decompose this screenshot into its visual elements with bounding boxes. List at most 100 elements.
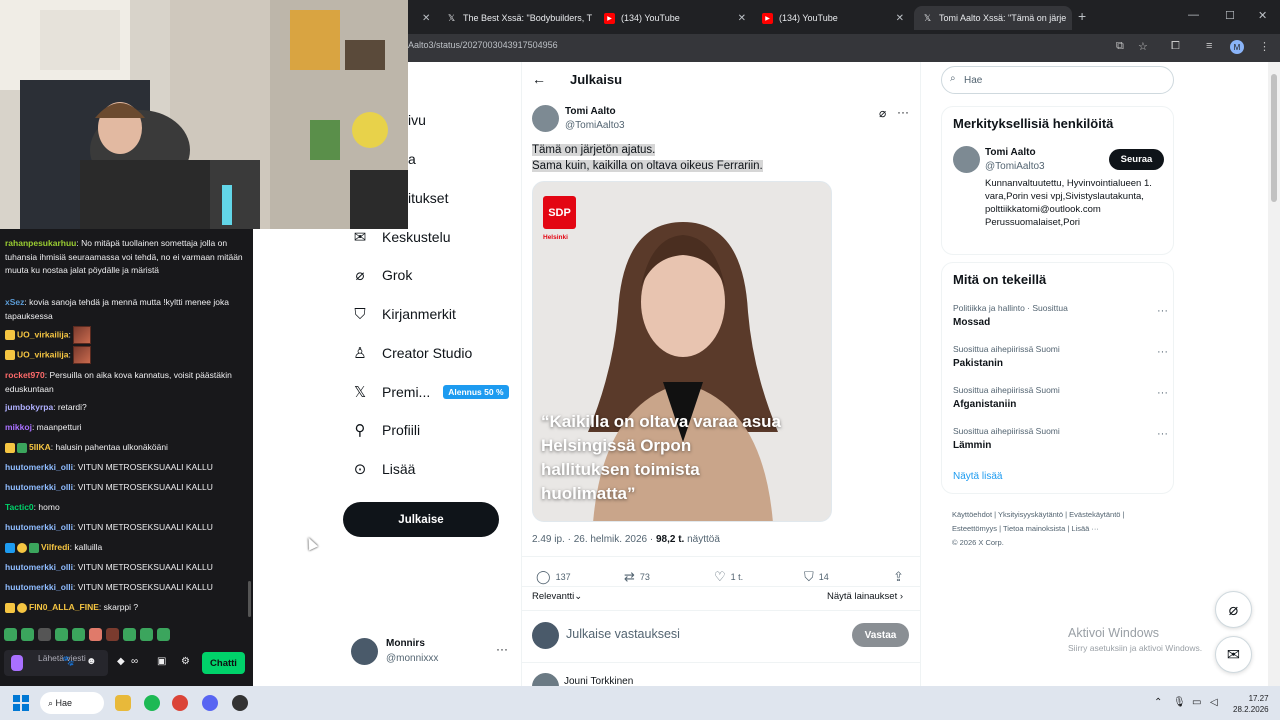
repost-action[interactable]: ⇄ 73 [624,569,650,585]
bits-icon[interactable]: ◆ [117,656,125,667]
trend-item[interactable]: Suosittua aihepiirissä Suomi Afganistani… [953,385,1168,410]
footer-link[interactable]: Tietoa mainoksista [1003,524,1065,533]
emote-icon[interactable] [72,628,85,641]
nav-item-creator-studio[interactable]: ♙ Creator Studio [350,341,472,365]
show-more-link[interactable]: Näytä lisää [953,471,1002,482]
emote-icon[interactable] [123,628,136,641]
nav-item-home[interactable]: ivu [408,108,426,132]
emote-icon[interactable] [106,628,119,641]
more-icon[interactable]: ··· [1157,305,1168,317]
nav-item-messages[interactable]: ✉ Keskustelu [350,225,451,249]
post-button[interactable]: Julkaise [343,502,499,537]
chat-username[interactable]: Vilfredi [41,542,70,552]
star-icon[interactable]: ☆ [1138,40,1148,53]
reply-sort-dropdown[interactable]: Relevantti⌄ [532,591,582,602]
chat-username[interactable]: mikkoj [5,422,32,432]
obs-icon[interactable] [232,695,248,711]
chat-username[interactable]: huutomerkki_olli [5,482,73,492]
media-icon[interactable]: ≡ [1206,40,1212,52]
spotify-icon[interactable] [144,695,160,711]
menu-kebab-icon[interactable]: ⋮ [1259,40,1270,53]
windows-start-icon[interactable] [13,695,29,711]
chat-username[interactable]: huutomerkki_olli [5,562,73,572]
trend-item[interactable]: Politiikka ja hallinto · Suosittua Mossa… [953,303,1168,328]
post-image[interactable]: SDP Helsinki “Kaikilla on oltava varaa a… [532,181,832,522]
bookmark-action[interactable]: ⛉ 14 [804,569,829,585]
footer-link[interactable]: Käyttöehdot [952,510,992,519]
post-time[interactable]: 2.49 ip. · 26. helmik. 2026 · [532,534,656,545]
more-icon[interactable]: ··· [1157,428,1168,440]
footer-link[interactable]: Esteettömyys [952,524,997,533]
footer-link[interactable]: Lisää ··· [1071,524,1099,533]
volume-icon[interactable]: ◁ [1210,697,1218,708]
grok-fab-icon[interactable]: ⌀ [1215,591,1252,628]
browser-tab[interactable]: ▶ (134) YouTube ✕ [596,6,754,30]
profile-avatar[interactable]: M [1230,40,1244,54]
more-icon[interactable]: ··· [1157,387,1168,399]
emote-icon[interactable] [157,628,170,641]
cast-icon[interactable]: ⧉ [1116,40,1124,53]
scrollbar-thumb[interactable] [1271,74,1277,202]
share-action[interactable]: ⇪ [893,569,909,585]
chat-username[interactable]: FIN0_ALLA_FINE [29,602,99,612]
mic-tray-icon[interactable]: 🎙 [1173,697,1186,708]
glasses-icon[interactable]: ∞ [131,656,138,667]
relevant-person-handle[interactable]: @TomiAalto3 [985,161,1045,172]
more-icon[interactable]: ··· [496,642,508,656]
new-tab-icon[interactable]: + [1078,8,1086,24]
taskbar-clock[interactable]: 17.27 28.2.2026 [1233,693,1269,715]
reply-submit-button[interactable]: Vastaa [852,623,909,647]
relevant-person-name[interactable]: Tomi Aalto [985,147,1036,158]
nav-item-grok[interactable]: ⌀ Grok [350,263,412,287]
tray-chevron-icon[interactable]: ⌃ [1154,697,1162,708]
extensions-icon[interactable]: ⧠ [1171,40,1180,53]
nav-item-bookmarks[interactable]: ⛉ Kirjanmerkit [350,302,456,326]
close-icon[interactable]: ✕ [416,13,430,24]
close-icon[interactable]: ✕ [732,13,746,24]
messages-fab-icon[interactable]: ✉ [1215,636,1252,673]
microphone-icon[interactable] [11,655,23,671]
nav-item-explore[interactable]: a [408,147,416,171]
page-scrollbar[interactable] [1268,62,1280,686]
trend-item[interactable]: Suosittua aihepiirissä Suomi Pakistanin … [953,344,1168,369]
chat-username[interactable]: huutomerkki_olli [5,522,73,532]
browser-tab-active[interactable]: 𝕏 Tomi Aalto Xssä: "Tämä on järje ✕ [914,6,1072,30]
chat-username[interactable]: xSez [5,297,24,307]
nav-item-premium[interactable]: 𝕏 Premi... Alennus 50 % [350,380,509,404]
nav-item-profile[interactable]: ⚲ Profiili [350,418,421,442]
chrome-icon[interactable] [172,695,188,711]
browser-tab[interactable]: 𝕏 The Best Xssä: "Bodybuilders, T ✕ [438,6,596,30]
close-icon[interactable]: ✕ [890,13,904,24]
chat-username[interactable]: rahanpesukarhuu [5,238,76,248]
avatar[interactable] [953,146,980,173]
emote-icon[interactable] [140,628,153,641]
file-explorer-icon[interactable] [115,695,131,711]
chat-username[interactable]: 5IIKA [29,442,51,452]
footer-link[interactable]: Evästekäytäntö [1069,510,1120,519]
chat-scrollbar[interactable] [248,581,251,617]
discord-icon[interactable] [202,695,218,711]
emote-icon[interactable] [21,628,34,641]
reply-input[interactable]: Julkaise vastauksesi [566,627,680,641]
chat-username[interactable]: jumbokyrpa [5,402,53,412]
chat-username[interactable]: Tactic0 [5,502,34,512]
network-icon[interactable]: ▭ [1192,697,1201,708]
browser-tab[interactable]: ▶ (134) YouTube ✕ [754,6,912,30]
view-quotes-link[interactable]: Näytä lainaukset › [827,591,903,602]
maximize-icon[interactable]: ☐ [1225,9,1235,22]
chat-username[interactable]: UO_virkailija [17,329,69,339]
more-icon[interactable]: ··· [897,105,909,119]
store-icon[interactable]: ▣ [157,656,166,667]
paw-icon[interactable]: 🐾 [62,656,74,667]
like-action[interactable]: ♡ 1 t. [714,569,743,585]
minimize-icon[interactable]: — [1188,9,1199,21]
chat-username[interactable]: rocket970 [5,370,45,380]
url-field[interactable]: Aalto3/status/2027003043917504956 [408,40,558,50]
grok-icon[interactable]: ⌀ [879,106,886,120]
emote-icon[interactable] [38,628,51,641]
chat-send-button[interactable]: Chatti [202,652,245,674]
emote-icon[interactable] [4,628,17,641]
account-switcher[interactable]: Monnirs @monnixxx ··· [351,636,521,668]
taskbar-search[interactable]: ⌕ Hae [40,692,104,714]
author-avatar[interactable] [532,105,559,132]
